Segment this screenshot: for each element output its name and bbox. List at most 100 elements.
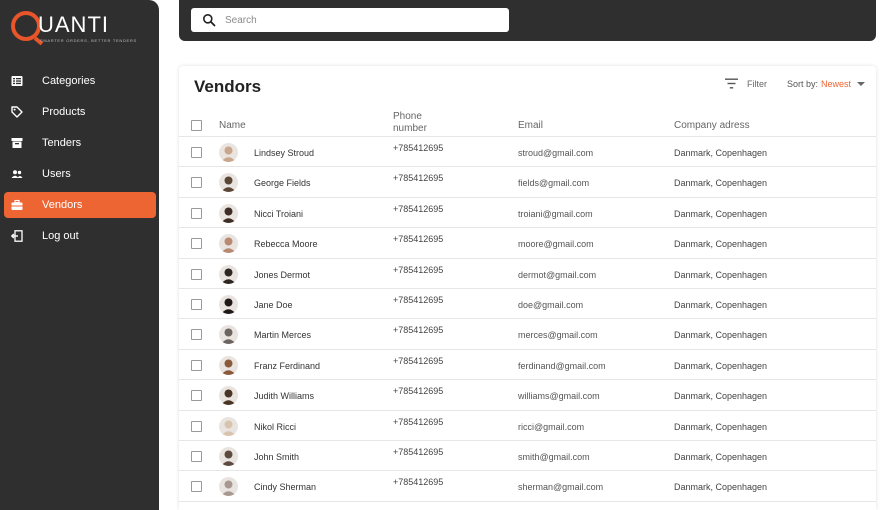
- row-checkbox[interactable]: [191, 147, 202, 158]
- logo[interactable]: UANTI SMARTER ORDERS, BETTER TENDERS: [11, 10, 151, 44]
- filter-button[interactable]: Filter: [725, 78, 767, 89]
- sidebar-item-label: Tenders: [42, 137, 82, 149]
- vendor-company-address: Danmark, Copenhagen: [674, 178, 768, 189]
- vendor-email[interactable]: dermot@gmail.com: [518, 270, 596, 280]
- table-row[interactable]: Jones Dermot +785412695 dermot@gmail.com Da…: [179, 259, 876, 289]
- vendors-panel: Vendors Filter Sort by: Newest Name Phon…: [179, 66, 876, 510]
- vendor-name: Nikol Ricci: [254, 421, 297, 432]
- avatar: [219, 234, 238, 254]
- vendor-company-address: Danmark, Copenhagen: [674, 208, 768, 219]
- vendor-phone: +785412695: [393, 294, 444, 305]
- vendor-name: Lindsey Stroud: [254, 148, 315, 158]
- sidebar-item-label: Vendors: [42, 199, 83, 211]
- vendor-name: Rebecca Moore: [254, 239, 318, 250]
- avatar: [219, 386, 238, 406]
- archive-icon: [11, 137, 23, 149]
- column-header-company[interactable]: Company adress: [674, 120, 750, 131]
- sidebar: UANTI SMARTER ORDERS, BETTER TENDERS Cat…: [0, 0, 159, 510]
- avatar: [219, 355, 238, 375]
- table-row[interactable]: Cindy Sherman +785412695 sherman@gmail.com…: [179, 471, 876, 502]
- avatar: [219, 416, 238, 436]
- sidebar-item-label: Users: [42, 168, 71, 180]
- table-row[interactable]: Rebecca Moore +785412695 moore@gmail.com Da…: [179, 228, 876, 259]
- table-row[interactable]: Franz Ferdinand +785412695 ferdinand@gmail…: [179, 350, 876, 381]
- vendor-phone: +785412695: [393, 234, 444, 245]
- row-checkbox[interactable]: [191, 177, 202, 189]
- chevron-down-icon: [857, 82, 866, 86]
- sort-value: Newest: [821, 79, 852, 89]
- row-checkbox[interactable]: [191, 481, 202, 493]
- sidebar-item-label: Categories: [42, 75, 96, 87]
- sidebar-item-vendors[interactable]: Vendors: [4, 192, 156, 218]
- vendor-company-address: Danmark, Copenhagen: [674, 269, 768, 280]
- vendor-company-address: Danmark, Copenhagen: [674, 391, 768, 402]
- vendor-phone: +785412695: [393, 477, 444, 488]
- logo-mark-icon: [11, 11, 41, 41]
- vendor-email[interactable]: moore@gmail.com: [518, 239, 594, 249]
- column-header-email[interactable]: Email: [518, 120, 543, 131]
- vendor-email[interactable]: ferdinand@gmail.com: [518, 361, 606, 371]
- page-title: Vendors: [194, 77, 262, 96]
- vendor-phone: +785412695: [393, 264, 444, 275]
- table-row[interactable]: Nicci Troiani +785412695 troiani@gmail.com…: [179, 198, 876, 229]
- sidebar-item-users[interactable]: Users: [4, 161, 156, 187]
- row-checkbox[interactable]: [191, 268, 202, 280]
- vendor-table-body: Lindsey Stroud +785412695 stroud@gmail.com…: [179, 137, 876, 502]
- vendor-email[interactable]: stroud@gmail.com: [518, 148, 593, 158]
- vendor-company-address: Danmark, Copenhagen: [674, 330, 768, 341]
- row-checkbox[interactable]: [191, 420, 202, 432]
- vendor-email[interactable]: doe@gmail.com: [518, 300, 583, 310]
- vendor-phone: +785412695: [393, 386, 444, 397]
- vendor-name: Jones Dermot: [254, 269, 311, 280]
- briefcase-icon: [11, 199, 23, 211]
- row-checkbox[interactable]: [191, 207, 202, 219]
- vendor-name: Franz Ferdinand: [254, 360, 321, 371]
- vendor-email[interactable]: troiani@gmail.com: [518, 209, 593, 219]
- vendor-company-address: Danmark, Copenhagen: [674, 299, 768, 310]
- tag-icon: [11, 106, 23, 118]
- row-checkbox[interactable]: [191, 329, 202, 341]
- vendor-phone: +785412695: [393, 325, 444, 336]
- avatar: [219, 294, 238, 314]
- sidebar-item-categories[interactable]: Categories: [4, 68, 156, 94]
- sidebar-item-logout[interactable]: Log out: [4, 223, 156, 249]
- table-row[interactable]: Nikol Ricci +785412695 ricci@gmail.com Danm…: [179, 411, 876, 441]
- row-checkbox[interactable]: [191, 390, 202, 402]
- avatar: [219, 173, 238, 193]
- sidebar-item-products[interactable]: Products: [4, 99, 156, 125]
- column-header-phone[interactable]: Phone number: [393, 111, 443, 135]
- vendor-email[interactable]: fields@gmail.com: [518, 178, 589, 188]
- table-row[interactable]: Martin Merces +785412695 merces@gmail.com D…: [179, 319, 876, 350]
- vendor-email[interactable]: ricci@gmail.com: [518, 422, 584, 432]
- column-header-name[interactable]: Name: [219, 120, 246, 131]
- table-row[interactable]: Judith Williams +785412695 williams@gmail.…: [179, 380, 876, 411]
- select-all-checkbox[interactable]: [191, 120, 202, 131]
- avatar: [219, 203, 238, 223]
- logo-tagline: SMARTER ORDERS, BETTER TENDERS: [40, 38, 137, 43]
- row-checkbox[interactable]: [191, 298, 202, 310]
- sort-dropdown[interactable]: Sort by: Newest: [787, 79, 866, 89]
- vendor-email[interactable]: smith@gmail.com: [518, 452, 590, 462]
- sidebar-item-tenders[interactable]: Tenders: [4, 130, 156, 156]
- search-icon: [203, 14, 216, 27]
- vendor-company-address: Danmark, Copenhagen: [674, 360, 768, 371]
- table-row[interactable]: George Fields +785412695 fields@gmail.com D…: [179, 167, 876, 198]
- avatar: [219, 325, 238, 345]
- vendor-name: Martin Merces: [254, 330, 312, 341]
- table-row[interactable]: John Smith +785412695 smith@gmail.com Danma…: [179, 441, 876, 472]
- vendor-email[interactable]: sherman@gmail.com: [518, 482, 603, 492]
- row-checkbox[interactable]: [191, 450, 202, 462]
- vendor-email[interactable]: williams@gmail.com: [518, 391, 600, 401]
- row-checkbox[interactable]: [191, 359, 202, 371]
- table-row[interactable]: Lindsey Stroud +785412695 stroud@gmail.com…: [179, 137, 876, 168]
- filter-icon: [725, 78, 738, 89]
- row-checkbox[interactable]: [191, 238, 202, 250]
- table-row[interactable]: Jane Doe +785412695 doe@gmail.com Danmark, …: [179, 289, 876, 320]
- search-input[interactable]: [225, 11, 495, 29]
- vendor-email[interactable]: merces@gmail.com: [518, 330, 598, 340]
- vendor-phone: +785412695: [393, 203, 444, 214]
- logout-icon: [11, 230, 23, 242]
- avatar: [219, 143, 238, 162]
- search-box[interactable]: [191, 8, 509, 32]
- vendor-company-address: Danmark, Copenhagen: [674, 482, 768, 493]
